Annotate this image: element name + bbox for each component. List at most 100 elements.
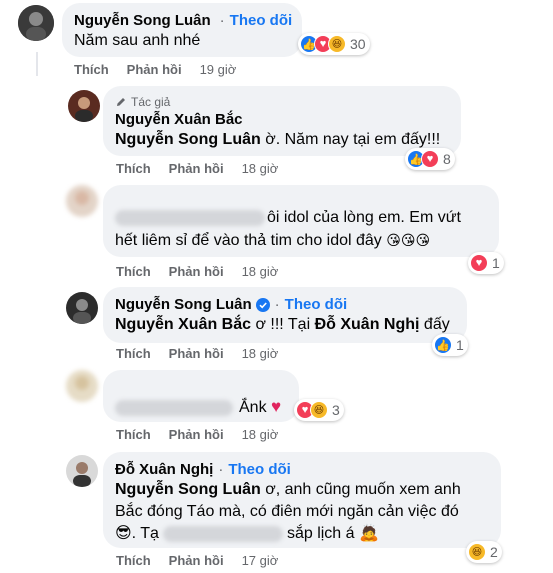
- reply-button[interactable]: Phản hồi: [169, 161, 224, 176]
- comment-text: 😎. Tạ sắp lịch á 🙇: [115, 523, 489, 545]
- love-reaction-icon: ♥: [470, 254, 488, 272]
- avatar[interactable]: [66, 185, 98, 217]
- reply-button[interactable]: Phản hồi: [169, 264, 224, 279]
- separator-dot: ·: [274, 296, 280, 313]
- comment-bubble: Tác giả Nguyễn Xuân Bắc Nguyễn Song Luân…: [103, 86, 461, 156]
- like-button[interactable]: Thích: [116, 427, 151, 442]
- comment-text-body: ờ. Năm nay tại em đấy!!!: [260, 131, 441, 148]
- follow-button[interactable]: Theo dõi: [228, 460, 291, 479]
- comment-actions: Thích Phản hồi 18 giờ: [116, 346, 278, 361]
- love-reaction-icon: ♥: [421, 150, 439, 168]
- reaction-summary[interactable]: ♥ 1: [468, 252, 504, 274]
- comment-text-line: hết liêm sỉ để vào thả tim cho idol đây: [115, 232, 382, 249]
- heart-emoji: ♥: [271, 397, 282, 416]
- reply-button[interactable]: Phản hồi: [127, 62, 182, 77]
- comment-bubble: ôi idol của lòng em. Em vứt hết liêm sỉ …: [103, 185, 499, 257]
- commenter-name[interactable]: Nguyễn Song Luân: [74, 11, 211, 30]
- reaction-count: 1: [492, 255, 500, 271]
- bow-emoji: 🙇: [359, 525, 379, 542]
- timestamp[interactable]: 18 giờ: [242, 346, 279, 361]
- comment-text-body: đấy: [419, 316, 450, 333]
- comment-text: ôi idol của lòng em. Em vứt: [115, 207, 487, 229]
- avatar[interactable]: [66, 292, 98, 324]
- redacted-text: [115, 399, 233, 416]
- reply-button[interactable]: Phản hồi: [169, 346, 224, 361]
- timestamp[interactable]: 19 giờ: [200, 62, 237, 77]
- mention[interactable]: Nguyễn Song Luân: [115, 131, 261, 148]
- separator-dot: ·: [218, 461, 224, 478]
- avatar[interactable]: [66, 370, 98, 402]
- comment-text: Bắc đóng Táo mà, có điên mới ngăn cản vi…: [115, 503, 459, 520]
- reaction-summary[interactable]: ♥ 😆 3: [294, 399, 344, 421]
- comment-text: Nguyễn Song Luân ờ. Năm nay tại em đấy!!…: [115, 129, 449, 151]
- avatar-image: [66, 455, 98, 487]
- pencil-icon: [117, 98, 125, 106]
- kiss-emoji: 😘😘😘: [386, 232, 431, 248]
- commenter-name[interactable]: Nguyễn Song Luân: [115, 295, 252, 314]
- reply-button[interactable]: Phản hồi: [169, 553, 224, 568]
- mention[interactable]: Nguyễn Xuân Bắc: [115, 316, 251, 333]
- mention[interactable]: Nguyễn Song Luân: [115, 481, 261, 498]
- reaction-count: 2: [490, 544, 498, 560]
- avatar-image: [66, 292, 98, 324]
- like-button[interactable]: Thích: [116, 346, 151, 361]
- comment-bubble: Nguyễn Song Luân · Theo dõi Nguyễn Xuân …: [103, 287, 467, 343]
- timestamp[interactable]: 18 giờ: [242, 161, 279, 176]
- reaction-count: 30: [350, 36, 366, 52]
- mention[interactable]: Đỗ Xuân Nghị: [315, 316, 420, 333]
- comment-actions: Thích Phản hồi 18 giờ: [116, 427, 278, 442]
- thread-line: [36, 52, 38, 76]
- avatar-image: [68, 90, 100, 122]
- comment-bubble: Nguyễn Song Luân · Theo dõi Năm sau anh …: [62, 3, 302, 57]
- like-button[interactable]: Thích: [116, 553, 151, 568]
- haha-reaction-icon: 😆: [328, 35, 346, 53]
- reply-button[interactable]: Phản hồi: [169, 427, 224, 442]
- commenter-name[interactable]: Đỗ Xuân Nghị: [115, 460, 213, 479]
- timestamp[interactable]: 18 giờ: [242, 264, 279, 279]
- reaction-summary[interactable]: 😆 2: [466, 541, 502, 563]
- like-button[interactable]: Thích: [116, 264, 151, 279]
- separator-dot: ·: [219, 12, 225, 29]
- timestamp[interactable]: 17 giờ: [242, 553, 279, 568]
- comment-actions: Thích Phản hồi 19 giờ: [74, 62, 236, 77]
- commenter-name[interactable]: Nguyễn Xuân Bắc: [115, 110, 243, 129]
- reaction-count: 3: [332, 402, 340, 418]
- reaction-count: 1: [456, 337, 464, 353]
- comment-actions: Thích Phản hồi 18 giờ: [116, 161, 278, 176]
- comment-text: Ắnk ♥: [115, 396, 287, 419]
- avatar[interactable]: [18, 5, 54, 41]
- comment-text: Nguyễn Xuân Bắc ơ !!! Tại Đỗ Xuân Nghị đ…: [115, 314, 455, 336]
- haha-reaction-icon: 😆: [468, 543, 486, 561]
- timestamp[interactable]: 18 giờ: [242, 427, 279, 442]
- comment-text-body: Ắnk: [239, 399, 267, 416]
- avatar-image: [18, 5, 54, 41]
- like-reaction-icon: 👍: [434, 336, 452, 354]
- haha-reaction-icon: 😆: [310, 401, 328, 419]
- avatar[interactable]: [66, 455, 98, 487]
- comment-text-body: 😎. Tạ: [115, 525, 159, 542]
- avatar[interactable]: [68, 90, 100, 122]
- reaction-summary[interactable]: 👍 ♥ 8: [405, 148, 455, 170]
- reaction-count: 8: [443, 151, 451, 167]
- comment-text-body: ơ !!! Tại: [251, 316, 315, 333]
- author-tag: Tác giả: [115, 94, 449, 110]
- comment-text-line: ôi idol của lòng em. Em vứt: [267, 209, 461, 226]
- avatar-image: [66, 185, 98, 217]
- follow-button[interactable]: Theo dõi: [230, 11, 293, 30]
- redacted-text: [162, 525, 283, 542]
- redacted-text: [115, 209, 265, 226]
- author-tag-label: Tác giả: [131, 95, 171, 109]
- comment-bubble: Ắnk ♥: [103, 370, 299, 422]
- comment-text: Năm sau anh nhé: [74, 32, 201, 49]
- comment-text-body: sắp lịch á: [286, 525, 355, 542]
- like-button[interactable]: Thích: [74, 62, 109, 77]
- comment-text-body: ơ, anh cũng muốn xem anh: [260, 481, 461, 498]
- comment-text: hết liêm sỉ để vào thả tim cho idol đây …: [115, 229, 487, 252]
- follow-button[interactable]: Theo dõi: [285, 295, 348, 314]
- reaction-summary[interactable]: 👍 1: [432, 334, 468, 356]
- comment-text: Nguyễn Song Luân ơ, anh cũng muốn xem an…: [115, 479, 489, 501]
- comment-bubble: Đỗ Xuân Nghị · Theo dõi Nguyễn Song Luân…: [103, 452, 501, 548]
- like-button[interactable]: Thích: [116, 161, 151, 176]
- verified-badge-icon: [255, 297, 270, 312]
- reaction-summary[interactable]: 👍 ♥ 😆 30: [298, 33, 370, 55]
